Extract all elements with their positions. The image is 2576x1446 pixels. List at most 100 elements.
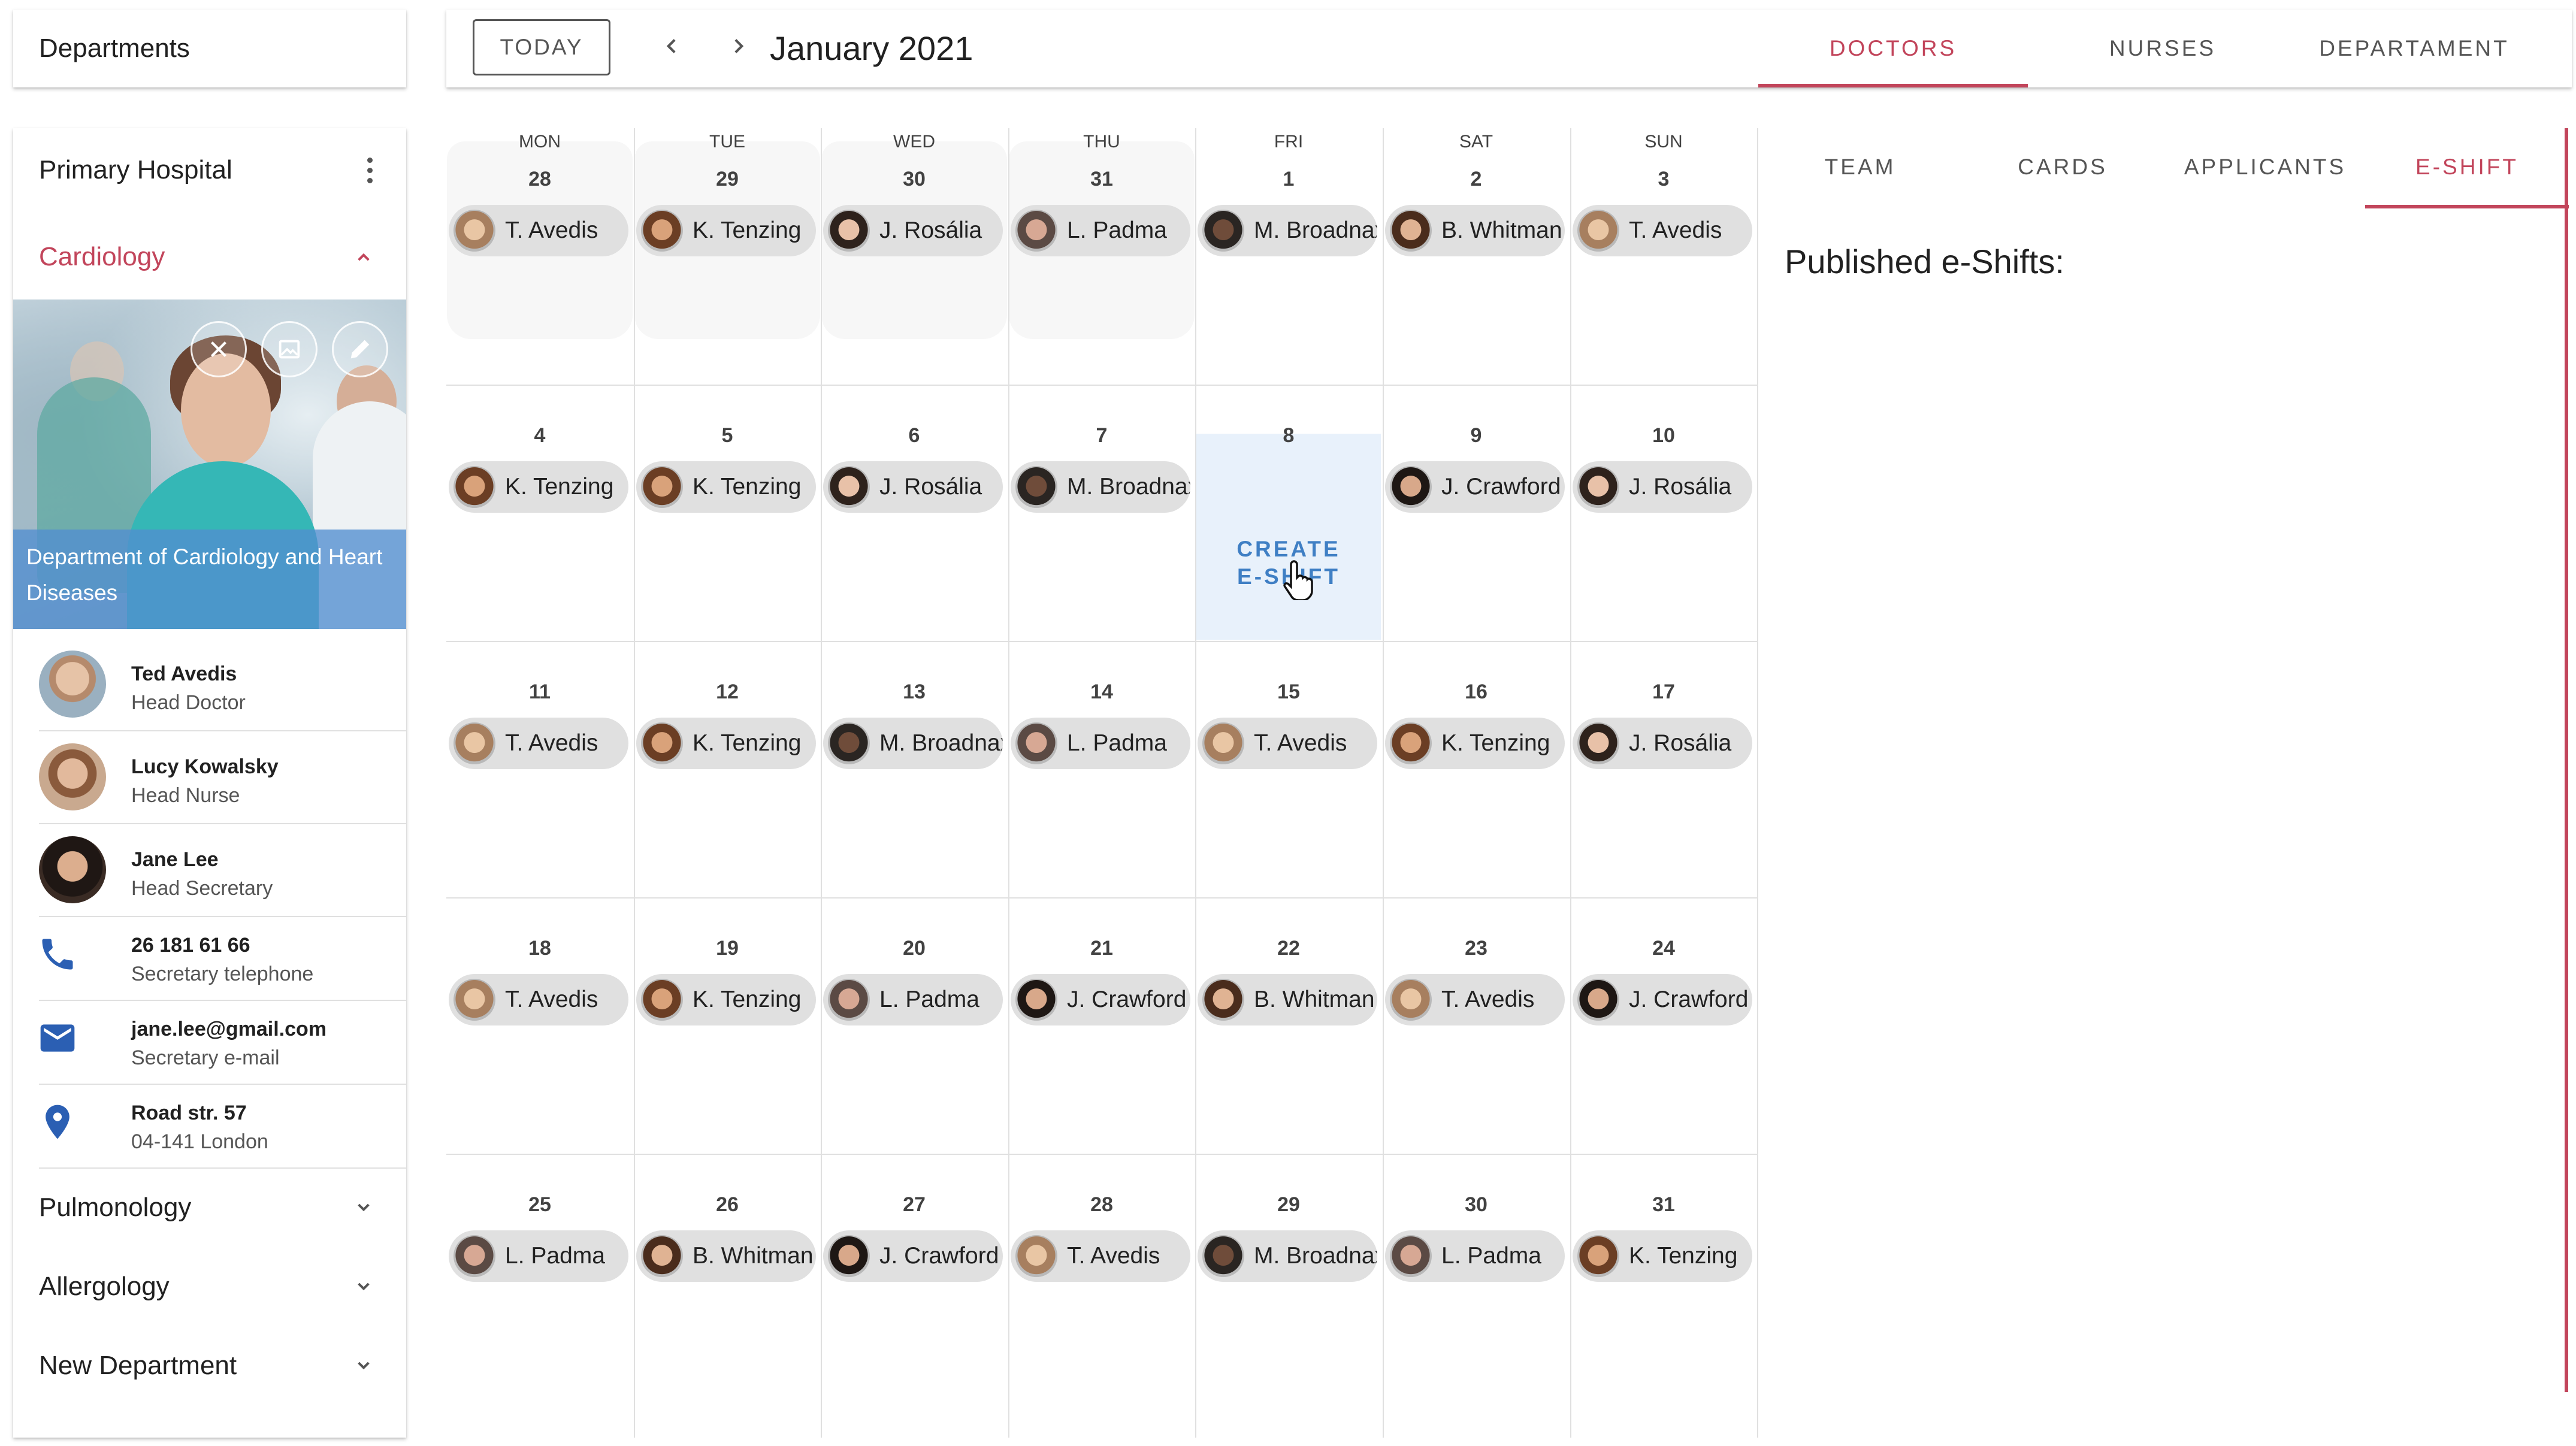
shift-chip[interactable]: J. Crawford	[823, 1230, 1003, 1282]
day-number: 14	[1090, 680, 1113, 703]
shift-chip[interactable]: L. Padma	[823, 974, 1003, 1025]
month-calendar: MON TUE WED THU FRI SAT SUN 28 T. Avedis 29 K. Ten…	[446, 128, 1757, 1438]
chevron-down-icon[interactable]	[352, 1275, 376, 1299]
scrollbar[interactable]	[2565, 128, 2568, 1392]
shift-chip[interactable]: T. Avedis	[1573, 205, 1752, 256]
shift-chip[interactable]: K. Tenzing	[1573, 1230, 1752, 1282]
department-cardiology-header[interactable]: Cardiology	[13, 212, 406, 302]
grid-line	[446, 897, 1757, 899]
grid-line	[1195, 128, 1196, 1438]
shift-chip[interactable]: T. Avedis	[449, 718, 628, 769]
shift-chip[interactable]: L. Padma	[1385, 1230, 1565, 1282]
shift-doctor-name: K. Tenzing	[693, 217, 802, 243]
edit-icon[interactable]	[332, 321, 388, 377]
day-number: 29	[716, 168, 739, 190]
shift-chip[interactable]: J. Rosália	[1573, 461, 1752, 513]
chevron-up-icon[interactable]	[352, 245, 376, 269]
department-new[interactable]: New Department	[13, 1327, 406, 1405]
shift-doctor-name: K. Tenzing	[693, 987, 802, 1012]
shift-chip[interactable]: J. Crawford	[1573, 974, 1752, 1025]
shift-chip[interactable]: K. Tenzing	[636, 461, 816, 513]
tab-departament[interactable]: DEPARTAMENT	[2279, 10, 2549, 87]
doctor-avatar	[1015, 466, 1057, 508]
hospital-row[interactable]: Primary Hospital	[13, 128, 406, 212]
doctor-avatar	[1015, 979, 1057, 1021]
shift-chip[interactable]: L. Padma	[1011, 205, 1190, 256]
tab-doctors[interactable]: DOCTORS	[1758, 10, 2028, 87]
shift-chip[interactable]: M. Broadnax	[823, 718, 1003, 769]
shift-doctor-name: K. Tenzing	[693, 730, 802, 756]
chevron-left-icon[interactable]	[657, 31, 687, 61]
chevron-down-icon[interactable]	[352, 1196, 376, 1220]
weekday-header: WED	[893, 132, 935, 152]
doctor-avatar	[641, 466, 683, 508]
contact-email[interactable]: jane.lee@gmail.com Secretary e-mail	[13, 1001, 406, 1085]
today-button[interactable]: TODAY	[473, 19, 610, 75]
day-number: 7	[1096, 424, 1108, 447]
shift-chip[interactable]: J. Crawford	[1011, 974, 1190, 1025]
shift-chip[interactable]: M. Broadnax	[1011, 461, 1190, 513]
doctor-avatar	[453, 1235, 495, 1277]
shift-chip[interactable]: K. Tenzing	[636, 205, 816, 256]
shift-chip[interactable]: T. Avedis	[1198, 718, 1377, 769]
change-image-icon[interactable]	[261, 321, 318, 377]
avatar	[39, 743, 106, 810]
tab-nurses[interactable]: NURSES	[2028, 10, 2297, 87]
shift-chip[interactable]: B. Whitman	[1385, 205, 1565, 256]
shift-chip[interactable]: T. Avedis	[449, 205, 628, 256]
remove-image-icon[interactable]	[191, 321, 247, 377]
day-number: 24	[1652, 937, 1675, 960]
shift-chip[interactable]: M. Broadnax	[1198, 205, 1377, 256]
shift-doctor-name: T. Avedis	[505, 987, 598, 1012]
department-image: Department of Cardiology and Heart Disea…	[13, 300, 406, 629]
chevron-right-icon[interactable]	[723, 31, 753, 61]
shift-chip[interactable]: B. Whitman	[636, 1230, 816, 1282]
shift-chip[interactable]: J. Crawford	[1385, 461, 1565, 513]
department-pulmonology[interactable]: Pulmonology	[13, 1169, 406, 1247]
shift-chip[interactable]: J. Rosália	[1573, 718, 1752, 769]
day-number: 17	[1652, 680, 1675, 703]
day-number: 31	[1090, 168, 1113, 190]
shift-doctor-name: M. Broadnax	[1254, 1243, 1377, 1269]
shift-chip[interactable]: J. Rosália	[823, 205, 1003, 256]
departments-header: Departments	[13, 10, 406, 87]
shift-chip[interactable]: L. Padma	[449, 1230, 628, 1282]
day-number: 9	[1470, 424, 1482, 447]
day-number: 11	[529, 680, 551, 703]
shift-chip[interactable]: T. Avedis	[1385, 974, 1565, 1025]
contact-telephone[interactable]: 26 181 61 66 Secretary telephone	[13, 917, 406, 1001]
shift-chip[interactable]: B. Whitman	[1198, 974, 1377, 1025]
shift-chip[interactable]: K. Tenzing	[636, 974, 816, 1025]
shift-chip[interactable]: J. Rosália	[823, 461, 1003, 513]
day-number: 23	[1465, 937, 1487, 960]
shift-chip[interactable]: M. Broadnax	[1198, 1230, 1377, 1282]
chevron-down-icon[interactable]	[352, 1354, 376, 1378]
kebab-menu-icon[interactable]	[352, 152, 388, 188]
shift-chip[interactable]: T. Avedis	[1011, 1230, 1190, 1282]
shift-doctor-name: K. Tenzing	[1441, 730, 1550, 756]
shift-chip[interactable]: T. Avedis	[449, 974, 628, 1025]
email-value: jane.lee@gmail.com	[131, 1018, 327, 1040]
shift-doctor-name: J. Crawford	[1441, 474, 1561, 500]
contact-name: Lucy Kowalsky	[131, 755, 279, 778]
shift-doctor-name: J. Rosália	[879, 217, 982, 243]
shift-chip[interactable]: K. Tenzing	[1385, 718, 1565, 769]
weekday-header: SUN	[1644, 132, 1683, 152]
tab-cards[interactable]: CARDS	[1961, 128, 2164, 206]
department-image-caption: Department of Cardiology and Heart Disea…	[26, 544, 383, 605]
shift-chip[interactable]: L. Padma	[1011, 718, 1190, 769]
shift-chip[interactable]: K. Tenzing	[449, 461, 628, 513]
doctor-avatar	[1390, 979, 1432, 1021]
tab-e-shift[interactable]: E-SHIFT	[2365, 128, 2569, 206]
tab-team[interactable]: TEAM	[1758, 128, 1962, 206]
tab-applicants[interactable]: APPLICANTS	[2163, 128, 2367, 206]
contact-address[interactable]: Road str. 57 04-141 London	[13, 1085, 406, 1169]
shift-chip[interactable]: K. Tenzing	[636, 718, 816, 769]
day-number: 30	[1465, 1193, 1487, 1216]
shift-doctor-name: T. Avedis	[505, 730, 598, 756]
doctor-avatar	[1577, 210, 1619, 252]
shift-doctor-name: B. Whitman	[1254, 987, 1375, 1012]
doctor-avatar	[641, 210, 683, 252]
department-allergology[interactable]: Allergology	[13, 1248, 406, 1326]
email-label: Secretary e-mail	[131, 1046, 280, 1069]
